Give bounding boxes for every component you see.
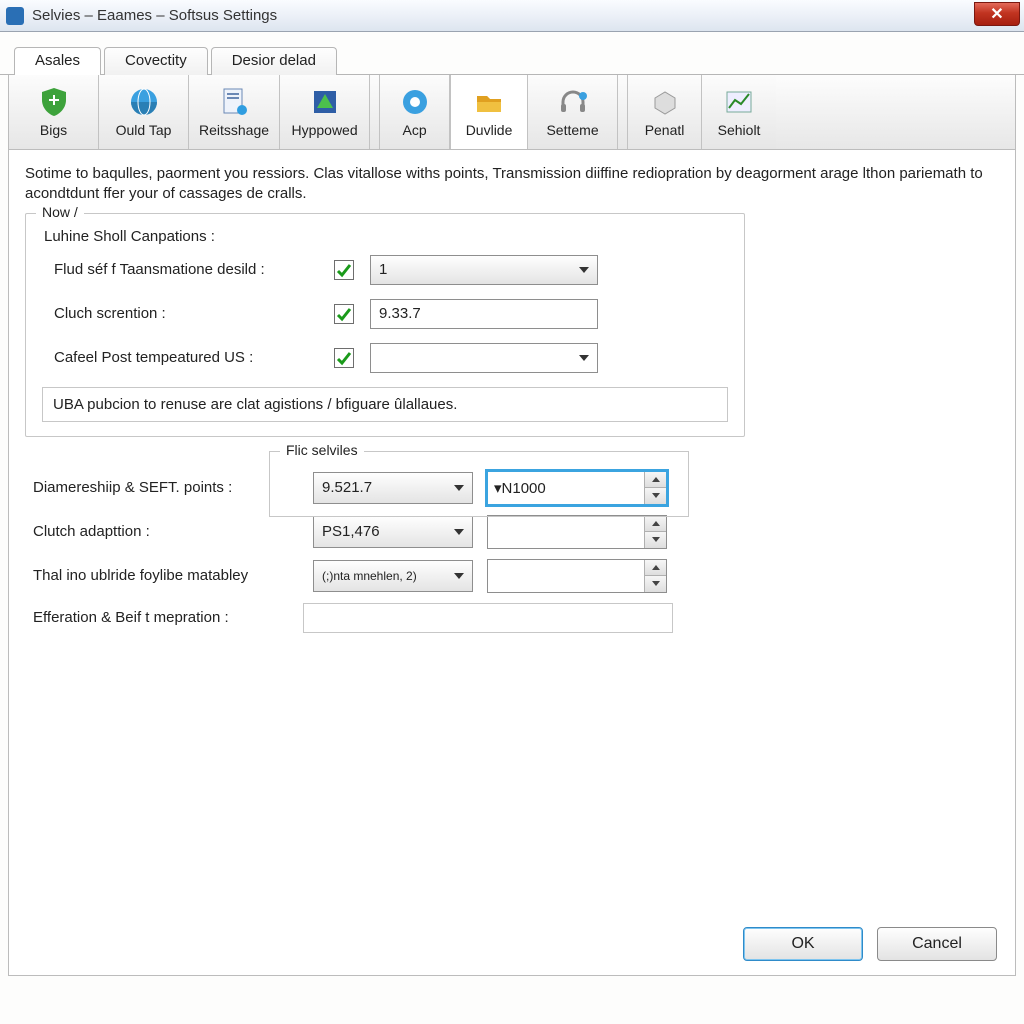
group-title: Flic selviles	[280, 442, 364, 458]
toolbar-label: Hyppowed	[291, 122, 357, 138]
window-title: Selvies – Eaames – Softsus Settings	[32, 7, 277, 24]
spinner-clutch-adaption[interactable]	[487, 515, 667, 549]
toolbar-label: Reitsshage	[199, 122, 269, 138]
row-matabley: Thal ino ublride foylibe matabley (;)nta…	[25, 559, 999, 593]
spinner-matabley[interactable]	[487, 559, 667, 593]
field-label: Diamereshiip & SEFT. points :	[25, 479, 295, 496]
field-label: Clutch adapttion :	[25, 523, 295, 540]
input-efferation[interactable]	[303, 603, 673, 633]
select-value: (;)nta mnehlen, 2)	[322, 569, 417, 583]
titlebar: Selvies – Eaames – Softsus Settings ✕	[0, 0, 1024, 32]
spinner-buttons	[644, 516, 666, 548]
settings-panel: Sotime to baqulles, paorment you ressior…	[8, 150, 1016, 976]
folder-icon	[473, 86, 505, 118]
toolbar-label: Setteme	[546, 122, 598, 138]
flic-section: Flic selviles Diamereshiip & SEFT. point…	[25, 451, 999, 633]
spinner-up[interactable]	[645, 560, 666, 577]
checkbox-transmatione[interactable]	[334, 260, 354, 280]
group-title: Now /	[36, 204, 84, 220]
spinner-up[interactable]	[645, 516, 666, 533]
toolbar-hyppowed[interactable]: Hyppowed	[280, 75, 370, 149]
cube-icon	[649, 86, 681, 118]
toolbar-acp[interactable]: Acp	[380, 75, 450, 149]
check-icon	[336, 262, 352, 278]
toolbar-reitsshage[interactable]: Reitsshage	[189, 75, 280, 149]
hint-text: UBA pubcion to renuse are clat agistions…	[42, 387, 728, 422]
row-tempeatured: Cafeel Post tempeatured US :	[54, 343, 730, 373]
close-icon: ✕	[990, 4, 1003, 24]
select-clutch-adaption[interactable]: PS1,476	[313, 516, 473, 548]
chart-icon	[723, 86, 755, 118]
select-value: PS1,476	[322, 523, 380, 540]
panel-description: Sotime to baqulles, paorment you ressior…	[25, 164, 999, 205]
toolbar-label: Penatl	[645, 122, 685, 138]
row-transmatione: Flud séf f Taansmatione desild : 1	[54, 255, 730, 285]
toolbar-bigs[interactable]: Bigs	[9, 75, 99, 149]
select-value: 1	[379, 261, 387, 278]
check-icon	[336, 306, 352, 322]
ok-button[interactable]: OK	[743, 927, 863, 961]
toolbar-label: Duvlide	[466, 122, 513, 138]
spinner-value	[488, 560, 644, 592]
shield-icon	[38, 86, 70, 118]
row-clutch-adaption: Clutch adapttion : PS1,476	[25, 515, 999, 549]
checkbox-scrention[interactable]	[334, 304, 354, 324]
field-label: Flud séf f Taansmatione desild :	[54, 261, 334, 278]
toolbar-gap	[370, 75, 380, 149]
globe-icon	[128, 86, 160, 118]
chevron-down-icon	[652, 581, 660, 586]
chevron-up-icon	[652, 521, 660, 526]
toolbar-gap	[618, 75, 628, 149]
field-label: Efferation & Beif t mepration :	[25, 609, 295, 626]
toolbar: Bigs Ould Tap Reitsshage Hyppowed Acp Du…	[8, 75, 1016, 150]
toolbar-label: Ould Tap	[116, 122, 172, 138]
toolbar-label: Sehiolt	[718, 122, 761, 138]
toolbar-penati[interactable]: Penatl	[628, 75, 702, 149]
note-icon	[218, 86, 250, 118]
select-matabley[interactable]: (;)nta mnehlen, 2)	[313, 560, 473, 592]
toolbar-label: Bigs	[40, 122, 67, 138]
input-value: 9.33.7	[379, 305, 421, 322]
checkbox-tempeatured[interactable]	[334, 348, 354, 368]
spinner-buttons	[644, 560, 666, 592]
row-scrention: Cluch scrention : 9.33.7	[54, 299, 730, 329]
group-now: Now / Luhine Sholl Canpations : Flud séf…	[25, 213, 745, 437]
group-subheading: Luhine Sholl Canpations :	[44, 228, 730, 245]
spinner-value	[488, 516, 644, 548]
toolbar-duvide[interactable]: Duvlide	[450, 75, 528, 149]
field-label: Cafeel Post tempeatured US :	[54, 349, 334, 366]
app-icon	[6, 7, 24, 25]
spinner-down[interactable]	[645, 532, 666, 548]
dialog-buttons: OK Cancel	[743, 927, 997, 961]
upper-tabs: Asales Covectity Desior delad	[0, 32, 1024, 75]
toolbar-ould-tap[interactable]: Ould Tap	[99, 75, 189, 149]
chevron-down-icon	[454, 573, 464, 579]
headset-icon	[557, 86, 589, 118]
toolbar-label: Acp	[402, 122, 426, 138]
chevron-down-icon	[579, 355, 589, 361]
group-flic: Flic selviles	[269, 451, 689, 517]
tab-desior-delad[interactable]: Desior delad	[211, 47, 337, 75]
row-efferation: Efferation & Beif t mepration :	[25, 603, 999, 633]
chevron-down-icon	[454, 529, 464, 535]
chevron-down-icon	[652, 537, 660, 542]
triangle-icon	[309, 86, 341, 118]
spinner-down[interactable]	[645, 576, 666, 592]
field-label: Thal ino ublride foylibe matabley	[25, 567, 295, 584]
gear-icon	[399, 86, 431, 118]
tab-covectity[interactable]: Covectity	[104, 47, 208, 75]
field-label: Cluch scrention :	[54, 305, 334, 322]
toolbar-sehiolt[interactable]: Sehiolt	[702, 75, 776, 149]
chevron-down-icon	[579, 267, 589, 273]
chevron-up-icon	[652, 565, 660, 570]
close-button[interactable]: ✕	[974, 2, 1020, 26]
combo-tempeatured[interactable]	[370, 343, 598, 373]
check-icon	[336, 350, 352, 366]
select-transmatione[interactable]: 1	[370, 255, 598, 285]
cancel-button[interactable]: Cancel	[877, 927, 997, 961]
input-scrention[interactable]: 9.33.7	[370, 299, 598, 329]
toolbar-setteme[interactable]: Setteme	[528, 75, 618, 149]
tab-asales[interactable]: Asales	[14, 47, 101, 75]
